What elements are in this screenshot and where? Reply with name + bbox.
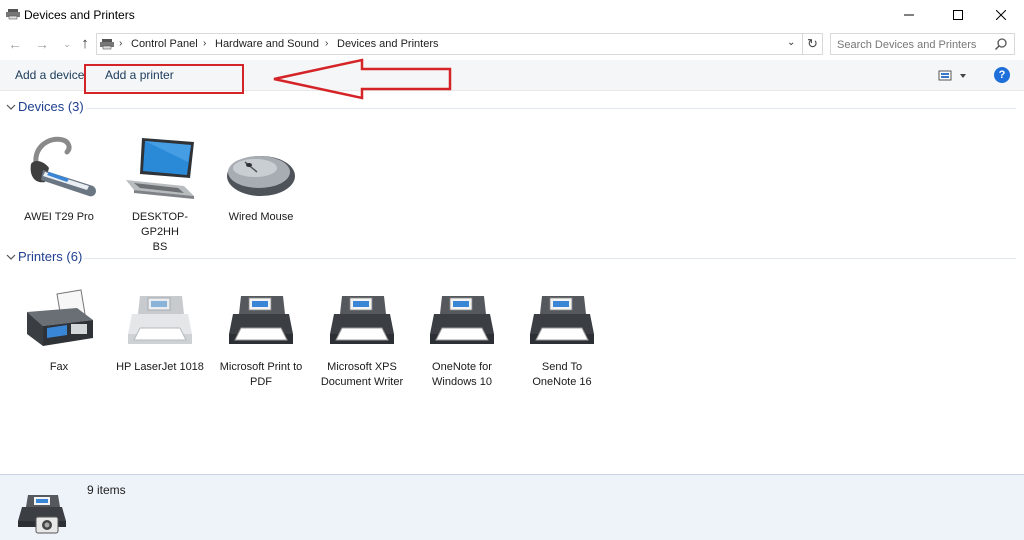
up-button[interactable]: ↑ [76,35,94,53]
item-label: Fax [13,360,105,375]
item-label: Microsoft XPS Document Writer [316,360,408,390]
item-label-line: PDF [250,376,272,388]
devices-and-printers-window: Devices and Printers ← → ⌄ ↑ › Control P… [0,0,1024,540]
address-dropdown-icon[interactable]: ⌄ [787,37,795,48]
printer-item-fax[interactable]: Fax [13,278,105,375]
breadcrumb-devices-and-printers[interactable]: Devices and Printers [337,38,439,50]
minimize-icon [904,14,914,16]
item-label: HP LaserJet 1018 [114,360,206,375]
breadcrumb-separator[interactable]: › [119,38,122,49]
printers-group-title: Printers (6) [18,249,83,264]
group-divider [84,258,1016,259]
help-button[interactable]: ? [994,67,1010,83]
item-label-line: Send To [541,361,583,373]
item-label-line: OneNote for [432,361,492,373]
breadcrumb-control-panel[interactable]: Control Panel [131,38,198,50]
item-label-line: Microsoft XPS [327,361,397,373]
item-label-line: Fax [49,361,69,373]
item-label-line: AWEI T29 Pro [24,211,94,223]
close-icon [996,10,1006,20]
refresh-button[interactable]: ↻ [803,33,823,55]
item-label-line: DESKTOP-GP2HH [131,211,189,238]
item-label: OneNote for Windows 10 [416,360,508,390]
search-icon[interactable] [994,37,1008,51]
printer-item-hp-laserjet[interactable]: HP LaserJet 1018 [114,278,206,375]
item-label: Microsoft Print to PDF [215,360,307,390]
item-label: AWEI T29 Pro [13,210,105,225]
printer-item-ms-xps-writer[interactable]: Microsoft XPS Document Writer [316,278,408,390]
printer-icon [229,296,293,344]
printer-icon [430,296,494,344]
breadcrumb-hardware-and-sound[interactable]: Hardware and Sound [215,38,319,50]
chevron-down-icon[interactable] [6,102,16,112]
add-device-button[interactable]: Add a device [15,68,84,82]
devices-group-header[interactable]: Devices (3) [4,98,1016,118]
minimize-button[interactable] [886,0,932,30]
group-divider [86,108,1016,109]
address-bar: ← → ⌄ ↑ › Control Panel › Hardware and S… [0,31,1024,57]
item-label: Wired Mouse [215,210,307,225]
chevron-down-icon[interactable] [6,252,16,262]
breadcrumb-separator[interactable]: › [325,38,328,49]
item-count: 9 items [87,483,126,497]
item-label-line: Wired Mouse [228,211,294,223]
printer-item-onenote-win10[interactable]: OneNote for Windows 10 [416,278,508,390]
maximize-icon [953,10,963,20]
change-view-icon[interactable] [938,69,968,83]
search-box [830,33,1015,56]
breadcrumb-separator[interactable]: › [203,38,206,49]
search-input[interactable] [831,34,999,56]
control-panel-icon [100,39,114,50]
devices-group-title: Devices (3) [18,99,84,114]
title-bar: Devices and Printers [0,0,1024,30]
item-label-line: Document Writer [320,376,404,388]
window-title: Devices and Printers [24,8,135,22]
details-pane: 9 items [0,474,1024,540]
device-item-headset[interactable]: AWEI T29 Pro [13,128,105,225]
forward-button[interactable]: → [33,35,51,53]
annotation-highlight-box [84,64,244,94]
printer-item-ms-print-to-pdf[interactable]: Microsoft Print to PDF [215,278,307,390]
fax-icon [27,289,93,346]
device-item-mouse[interactable]: Wired Mouse [215,128,307,225]
back-button[interactable]: ← [6,35,24,53]
address-box[interactable]: › Control Panel › Hardware and Sound › D… [96,33,803,55]
item-label-line: Microsoft Print to [219,361,303,373]
printer-item-send-to-onenote[interactable]: Send To OneNote 16 [516,278,608,390]
devices-printers-app-icon [6,9,20,20]
recent-locations-button[interactable]: ⌄ [58,35,76,53]
close-button[interactable] [978,0,1024,30]
maximize-button[interactable] [935,0,981,30]
device-item-computer[interactable]: DESKTOP-GP2HH BS [114,128,206,255]
headset-icon [30,136,96,197]
item-label-line: Windows 10 [432,376,492,388]
laptop-icon [126,138,194,199]
mouse-icon [227,156,295,196]
printer-icon [128,296,192,344]
item-label-line: OneNote 16 [532,376,592,388]
item-label: Send To OneNote 16 [516,360,608,390]
annotation-arrow-icon [273,58,452,100]
devices-printers-large-icon [18,495,66,534]
printer-icon [530,296,594,344]
item-label-line: HP LaserJet 1018 [116,361,204,373]
printers-group-header[interactable]: Printers (6) [4,248,1016,268]
printer-icon [330,296,394,344]
